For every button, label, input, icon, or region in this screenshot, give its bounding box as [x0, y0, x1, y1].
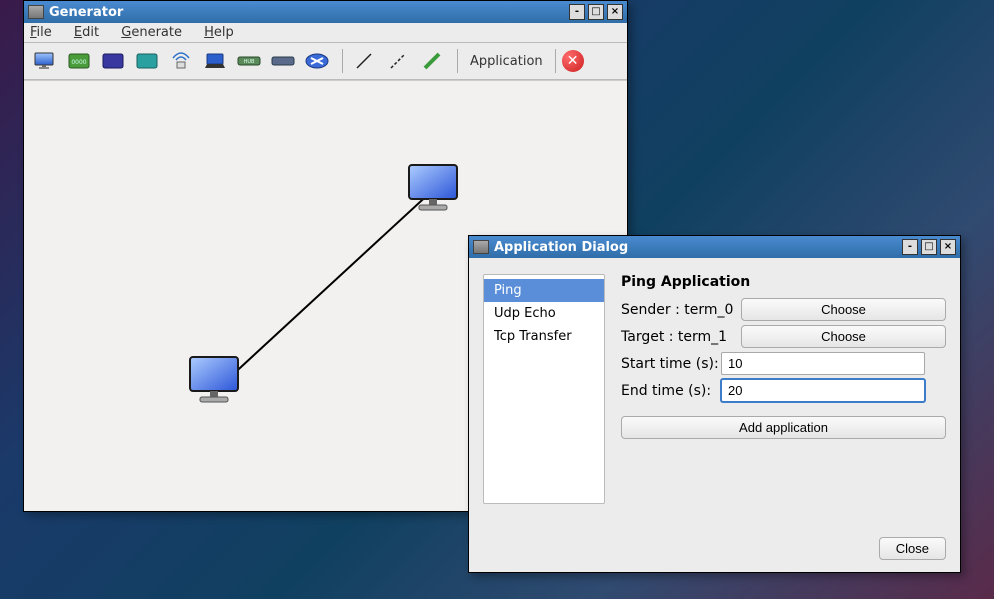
green-line-tool-icon[interactable]	[417, 47, 447, 75]
menu-generate[interactable]: Generate	[121, 25, 182, 40]
form-heading: Ping Application	[621, 274, 946, 290]
close-button[interactable]: ×	[607, 4, 623, 20]
choose-sender-button[interactable]: Choose	[741, 298, 946, 321]
menu-help[interactable]: Help	[204, 25, 234, 40]
list-item-udp-echo[interactable]: Udp Echo	[484, 302, 604, 325]
dialog-title: Application Dialog	[494, 240, 628, 255]
laptop-tool-icon[interactable]	[200, 47, 230, 75]
app-icon	[28, 5, 44, 19]
close-dialog-button[interactable]: Close	[879, 537, 946, 560]
dialog-app-icon	[473, 240, 489, 254]
svg-text:0000: 0000	[71, 59, 86, 66]
dashed-line-tool-icon[interactable]	[383, 47, 413, 75]
start-time-input[interactable]	[721, 352, 925, 375]
dialog-maximize-button[interactable]: □	[921, 239, 937, 255]
application-label[interactable]: Application	[464, 54, 549, 69]
start-time-label: Start time (s):	[621, 356, 721, 372]
toolbar-separator-3	[555, 49, 556, 73]
toolbar-separator-2	[457, 49, 458, 73]
maximize-button[interactable]: □	[588, 4, 604, 20]
pc-tool-icon[interactable]	[30, 47, 60, 75]
menu-file[interactable]: File	[30, 25, 52, 40]
generator-titlebar[interactable]: Generator ‐ □ ×	[24, 1, 627, 23]
dialog-close-button[interactable]: ×	[940, 239, 956, 255]
menubar: File Edit Generate Help	[24, 23, 627, 42]
sender-label: Sender : term_0	[621, 302, 741, 318]
wifi-ap-tool-icon[interactable]	[166, 47, 196, 75]
application-dialog-window: Application Dialog ‐ □ × Ping Udp Echo T…	[468, 235, 961, 573]
line-tool-icon[interactable]	[349, 47, 379, 75]
window-title: Generator	[49, 5, 123, 20]
svg-text:HUB: HUB	[244, 59, 255, 65]
group1-tool-icon[interactable]: 0000	[64, 47, 94, 75]
list-item-tcp-transfer[interactable]: Tcp Transfer	[484, 325, 604, 348]
switch-tool-icon[interactable]	[268, 47, 298, 75]
delete-tool-icon[interactable]: ✕	[562, 50, 584, 72]
group2-tool-icon[interactable]	[98, 47, 128, 75]
choose-target-button[interactable]: Choose	[741, 325, 946, 348]
end-time-input[interactable]	[721, 379, 925, 402]
end-time-label: End time (s):	[621, 383, 721, 399]
add-application-button[interactable]: Add application	[621, 416, 946, 439]
router-tool-icon[interactable]	[302, 47, 332, 75]
application-type-list[interactable]: Ping Udp Echo Tcp Transfer	[483, 274, 605, 504]
dialog-titlebar[interactable]: Application Dialog ‐ □ ×	[469, 236, 960, 258]
list-item-ping[interactable]: Ping	[484, 279, 604, 302]
dialog-minimize-button[interactable]: ‐	[902, 239, 918, 255]
node-term-1[interactable]	[184, 353, 244, 413]
minimize-button[interactable]: ‐	[569, 4, 585, 20]
node-term-0[interactable]	[403, 161, 463, 221]
menu-edit[interactable]: Edit	[74, 25, 99, 40]
toolbar-separator	[342, 49, 343, 73]
group3-tool-icon[interactable]	[132, 47, 162, 75]
toolbar: 0000 HUB App	[24, 42, 627, 80]
hub-tool-icon[interactable]: HUB	[234, 47, 264, 75]
target-label: Target : term_1	[621, 329, 741, 345]
